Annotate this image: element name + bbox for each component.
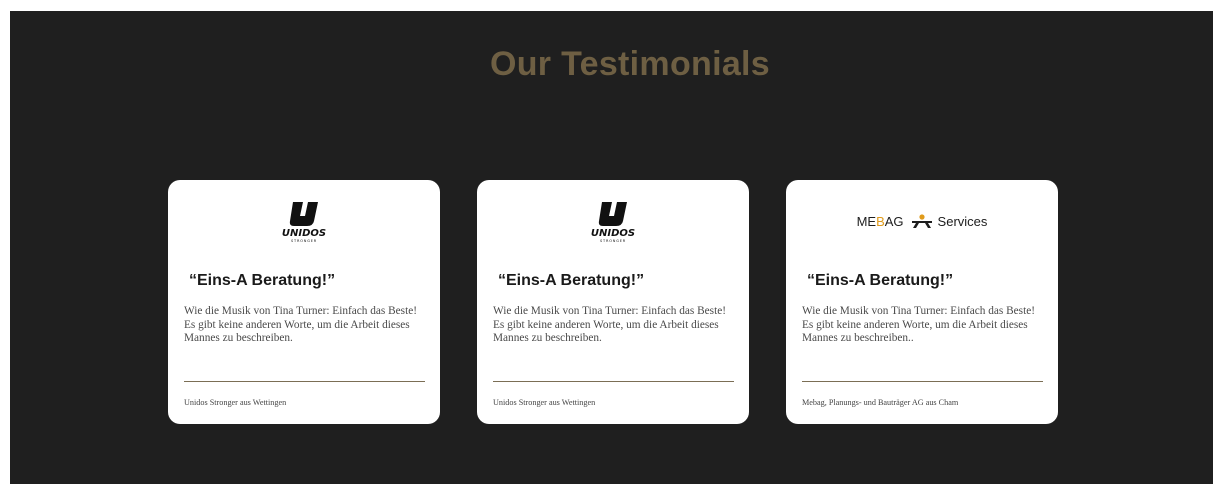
logo-subtext: STRONGER <box>291 239 317 243</box>
unidos-stronger-logo-icon: UNIDOS STRONGER <box>477 198 749 244</box>
mebag-services-logo-icon: ME B AG Services <box>786 198 1058 244</box>
section-title: Our Testimonials <box>489 45 770 83</box>
testimonial-heading: “Eins-A Beratung!” <box>807 272 954 289</box>
logo-subtext: STRONGER <box>600 239 626 243</box>
mebag-logo: ME B AG Services <box>857 213 988 229</box>
testimonials-section: Our Testimonials UNIDOS STRONGER “Eins-A… <box>10 11 1213 484</box>
testimonial-heading: “Eins-A Beratung!” <box>189 272 336 289</box>
mebag-emblem-icon <box>911 214 932 228</box>
testimonial-text: Wie die Musik von Tina Turner: Einfach d… <box>493 305 726 344</box>
logo-text-me: ME <box>856 213 877 229</box>
testimonial-card: UNIDOS STRONGER “Eins-A Beratung!” Wie d… <box>477 180 749 424</box>
logo-text-ag: AG <box>884 213 904 229</box>
testimonial-text: Wie die Musik von Tina Turner: Einfach d… <box>802 305 1035 344</box>
testimonial-card: UNIDOS STRONGER “Eins-A Beratung!” Wie d… <box>168 180 440 424</box>
testimonial-heading: “Eins-A Beratung!” <box>498 272 645 289</box>
testimonial-author: Unidos Stronger aus Wettingen <box>184 398 287 407</box>
logo-wordmark: UNIDOS <box>591 228 635 239</box>
logo-wordmark: UNIDOS <box>282 228 326 239</box>
testimonial-card: ME B AG Services “Eins-A Beratung!” Wie di… <box>786 180 1058 424</box>
testimonial-text: Wie die Musik von Tina Turner: Einfach d… <box>184 305 417 344</box>
card-divider <box>802 381 1043 382</box>
testimonial-author: Unidos Stronger aus Wettingen <box>493 398 596 407</box>
logo-services-text: Services <box>937 213 988 229</box>
testimonial-author: Mebag, Planungs- und Bauträger AG aus Ch… <box>802 398 959 407</box>
logo-text-b: B <box>876 213 885 229</box>
card-divider <box>493 381 734 382</box>
unidos-stronger-logo-icon: UNIDOS STRONGER <box>168 198 440 244</box>
card-divider <box>184 381 425 382</box>
